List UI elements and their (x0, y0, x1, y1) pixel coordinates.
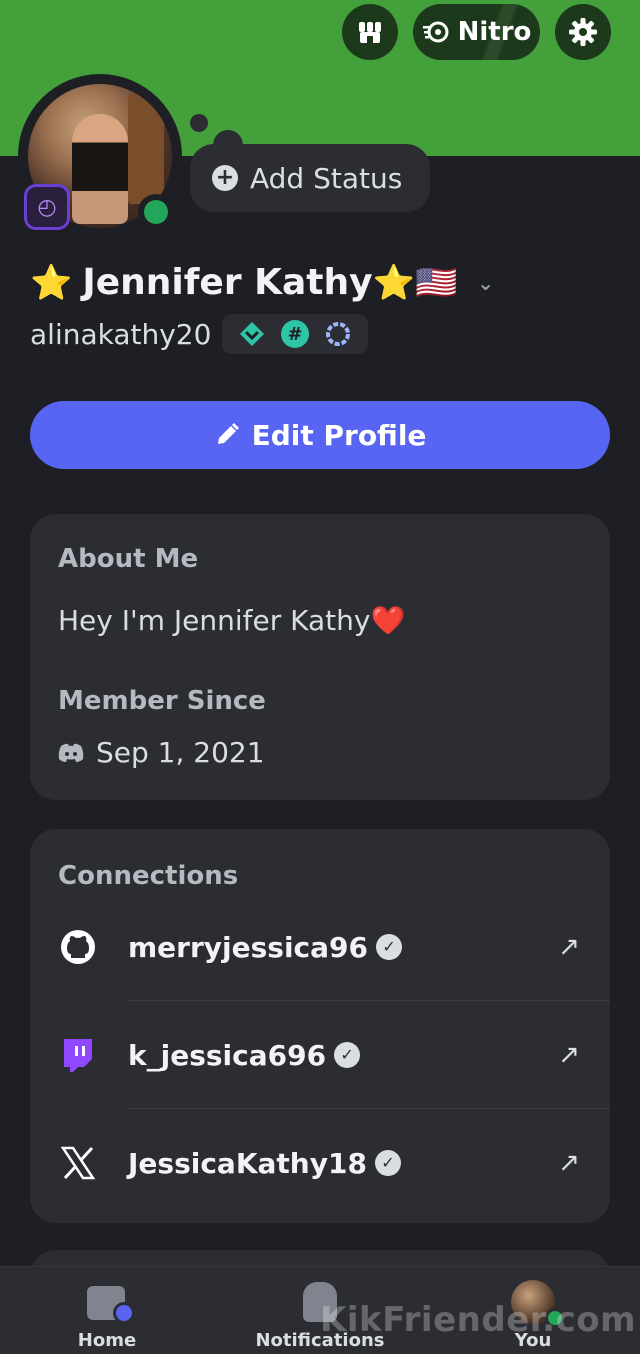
online-status-indicator (138, 194, 174, 230)
hypesquad-badge-icon[interactable] (238, 320, 266, 348)
github-icon (58, 927, 98, 967)
edit-profile-label: Edit Profile (251, 418, 427, 452)
nitro-ring-badge-icon[interactable] (324, 320, 352, 348)
nitro-label: Nitro (457, 17, 532, 47)
pencil-icon (217, 423, 239, 444)
heart-emoji: ❤️ (370, 604, 406, 637)
nitro-button[interactable]: Nitro (413, 4, 540, 60)
about-me-text: Hey I'm Jennifer Kathy❤️ (58, 604, 405, 637)
connection-username: k_jessica696 (128, 1038, 327, 1072)
avatar-decoration-icon: ◴ (24, 184, 70, 230)
verified-check-icon: ✓ (376, 934, 403, 960)
discord-logo-icon (58, 743, 84, 762)
tab-home-label: Home (77, 1330, 137, 1351)
external-link-arrow-icon[interactable]: ↗ (558, 932, 580, 962)
member-since-heading: Member Since (58, 686, 266, 716)
watermark: KikFriender.com (320, 1300, 637, 1340)
edit-profile-button[interactable]: Edit Profile (30, 401, 610, 469)
external-link-arrow-icon[interactable]: ↗ (558, 1040, 580, 1070)
hash-badge-icon[interactable]: # (280, 320, 309, 348)
verified-check-icon: ✓ (334, 1042, 361, 1068)
shop-icon (359, 22, 381, 43)
star-flag-emoji: ⭐🇺🇸 (372, 262, 458, 303)
member-since-row: Sep 1, 2021 (58, 736, 265, 769)
chevron-down-icon[interactable]: ⌄ (477, 271, 494, 295)
about-me-text-content: Hey I'm Jennifer Kathy (58, 604, 371, 637)
external-link-arrow-icon[interactable]: ↗ (558, 1148, 580, 1178)
connection-name: k_jessica696 ✓ (128, 1038, 361, 1072)
username: alinakathy20 (30, 318, 212, 351)
avatar-photo-door (128, 94, 164, 204)
nitro-icon (422, 21, 449, 43)
shop-button[interactable] (342, 4, 398, 60)
connection-username: merryjessica96 (128, 930, 369, 964)
star-emoji: ⭐ (30, 262, 73, 303)
connections-heading: Connections (58, 861, 239, 891)
connection-username: JessicaKathy18 (128, 1146, 367, 1180)
gear-icon (569, 18, 597, 46)
twitch-icon (58, 1035, 98, 1075)
display-name[interactable]: ⭐ Jennifer Kathy ⭐🇺🇸 ⌄ (30, 262, 494, 303)
avatar-photo-figure (72, 114, 128, 224)
connection-name: JessicaKathy18 ✓ (128, 1147, 401, 1180)
verified-check-icon: ✓ (374, 1150, 401, 1176)
display-name-text: Jennifer Kathy (82, 262, 373, 303)
add-status-label: Add Status (250, 161, 403, 195)
profile-badges[interactable]: # (222, 314, 368, 354)
plus-circle-icon: + (212, 165, 238, 191)
home-icon (79, 1278, 135, 1328)
add-status-button[interactable]: + Add Status (190, 144, 430, 212)
connections-card: Connections merryjessica96 ✓ ↗ k_jessica… (30, 829, 610, 1223)
unread-dot (113, 1302, 135, 1324)
connection-row-x[interactable]: JessicaKathy18 ✓ ↗ (30, 1109, 610, 1217)
connection-row-github[interactable]: merryjessica96 ✓ ↗ (30, 893, 610, 1001)
member-since-date: Sep 1, 2021 (96, 736, 265, 769)
x-icon (58, 1143, 98, 1183)
status-bubble-dot-small (190, 114, 208, 132)
connection-row-twitch[interactable]: k_jessica696 ✓ ↗ (30, 1001, 610, 1109)
settings-button[interactable] (555, 4, 611, 60)
about-me-heading: About Me (58, 544, 199, 574)
about-card: About Me Hey I'm Jennifer Kathy❤️ Member… (30, 514, 610, 800)
connection-name: merryjessica96 ✓ (128, 930, 403, 964)
tab-home[interactable]: Home (60, 1267, 154, 1354)
